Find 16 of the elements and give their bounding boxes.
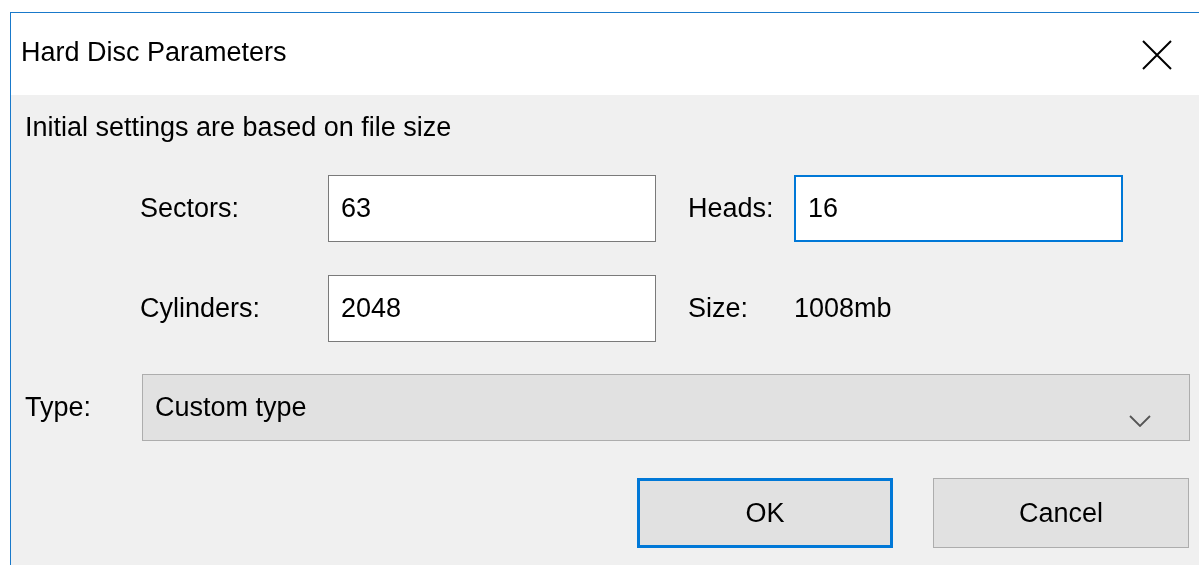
size-value: 1008mb bbox=[794, 293, 893, 324]
input-field[interactable]: 63 bbox=[328, 175, 656, 242]
info-text: Initial settings are based on file size bbox=[25, 112, 452, 143]
window-title: Hard Disc Parameters bbox=[21, 37, 287, 68]
type-dropdown[interactable]: Custom type bbox=[142, 374, 1190, 441]
close-icon[interactable] bbox=[1141, 39, 1173, 71]
field-label: Sectors: bbox=[140, 193, 241, 224]
input-field[interactable]: 16 bbox=[794, 175, 1123, 242]
type-label: Type: bbox=[25, 392, 93, 423]
field-label: Heads: bbox=[688, 193, 775, 224]
cancel-button[interactable]: Cancel bbox=[933, 478, 1189, 548]
chevron-icon bbox=[1129, 414, 1151, 427]
field-label: Cylinders: bbox=[140, 293, 262, 324]
size-label: Size: bbox=[688, 293, 750, 324]
input-field[interactable]: 2048 bbox=[328, 275, 656, 342]
ok-button[interactable]: OK bbox=[637, 478, 893, 548]
